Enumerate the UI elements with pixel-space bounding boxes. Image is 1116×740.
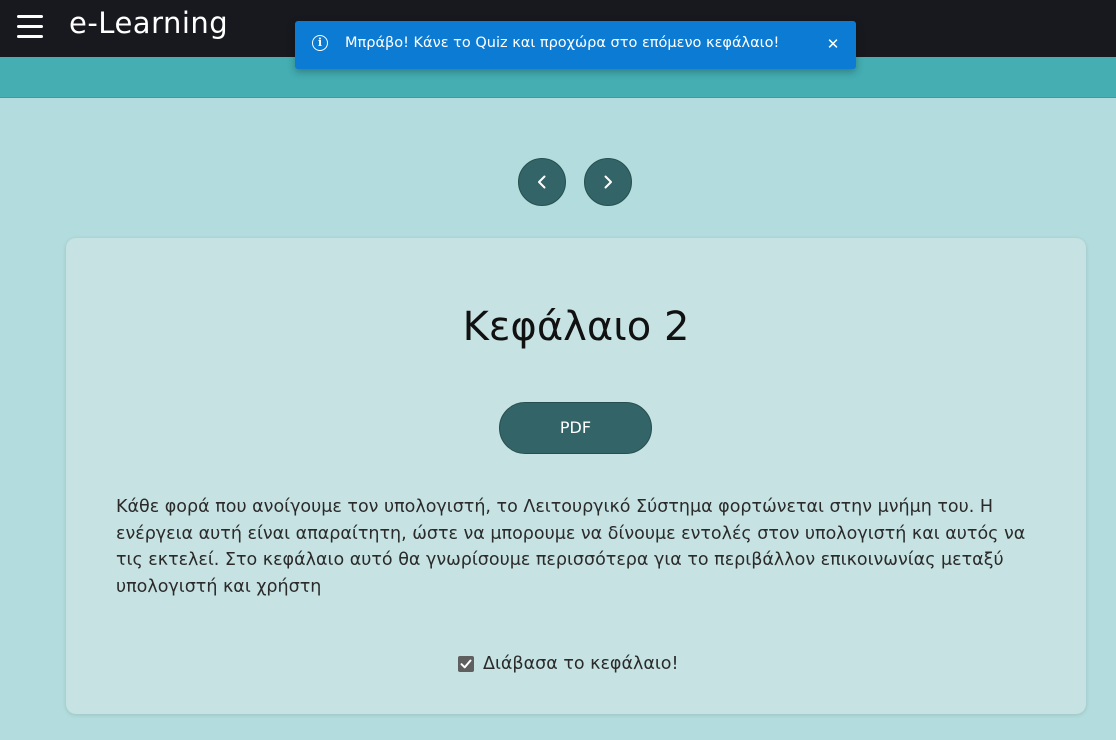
chevron-right-icon xyxy=(604,175,612,189)
chevron-left-icon xyxy=(538,175,546,189)
checkmark-icon xyxy=(460,659,472,669)
hamburger-menu-icon[interactable] xyxy=(16,14,44,40)
next-chapter-button[interactable] xyxy=(584,158,632,206)
read-checkbox[interactable] xyxy=(458,656,474,672)
chapter-card: Κεφάλαιο 2 PDF Κάθε φορά που ανοίγουμε τ… xyxy=(66,238,1086,714)
read-checkbox-label[interactable]: Διάβασα το κεφάλαιο! xyxy=(483,652,679,676)
info-icon: i xyxy=(312,35,328,51)
previous-chapter-button[interactable] xyxy=(518,158,566,206)
toast-message: Μπράβο! Κάνε το Quiz και προχώρα στο επό… xyxy=(345,35,780,51)
chapter-title: Κεφάλαιο 2 xyxy=(462,304,690,350)
app-title[interactable]: e-Learning xyxy=(69,6,228,40)
info-toast: i Μπράβο! Κάνε το Quiz και προχώρα στο ε… xyxy=(295,21,856,69)
pdf-button[interactable]: PDF xyxy=(499,402,652,454)
close-icon[interactable]: ✕ xyxy=(824,35,842,53)
chapter-description: Κάθε φορά που ανοίγουμε τον υπολογιστή, … xyxy=(116,497,1026,597)
